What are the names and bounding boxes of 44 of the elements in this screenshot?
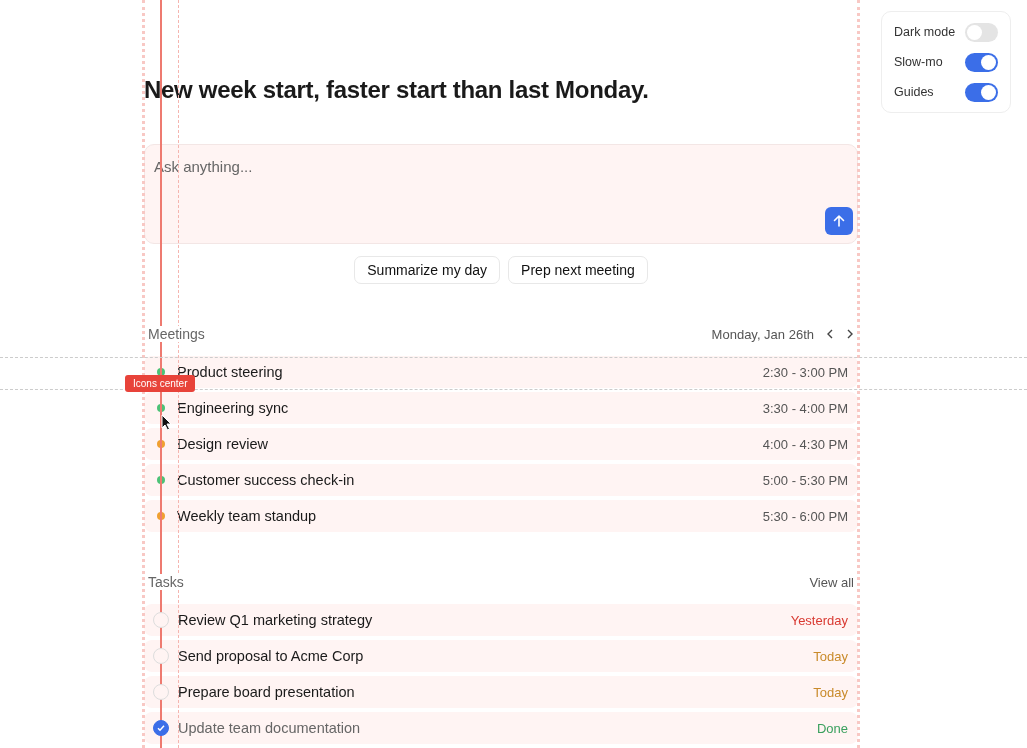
task-row[interactable]: Prepare board presentation Today bbox=[144, 676, 858, 708]
task-row[interactable]: Review Q1 marketing strategy Yesterday bbox=[144, 604, 858, 636]
meeting-time: 2:30 - 3:00 PM bbox=[762, 364, 848, 380]
suggestion-chip[interactable]: Summarize my day bbox=[354, 256, 501, 284]
meeting-row[interactable]: Weekly team standup 5:30 - 6:00 PM bbox=[144, 500, 858, 532]
meeting-row[interactable]: Design review 4:00 - 4:30 PM bbox=[144, 428, 858, 460]
chevron-left-icon[interactable] bbox=[826, 329, 834, 339]
toggle-switch[interactable] bbox=[965, 22, 998, 42]
view-all-link[interactable]: View all bbox=[809, 574, 854, 590]
cursor-icon bbox=[161, 414, 172, 431]
meeting-time: 3:30 - 4:00 PM bbox=[762, 400, 848, 416]
task-row[interactable]: Update team documentation Done bbox=[144, 712, 858, 744]
section-title: Meetings bbox=[148, 326, 205, 342]
meeting-time: 5:30 - 6:00 PM bbox=[762, 508, 848, 524]
arrow-up-icon bbox=[832, 214, 846, 228]
setting-label: Guides bbox=[894, 85, 934, 99]
meeting-name: Customer success check-in bbox=[177, 472, 356, 488]
date-label: Monday, Jan 26th bbox=[711, 326, 814, 342]
meeting-time: 4:00 - 4:30 PM bbox=[762, 436, 848, 452]
toggle-switch[interactable] bbox=[965, 52, 998, 72]
task-due: Done bbox=[816, 720, 848, 736]
meeting-row[interactable]: Customer success check-in 5:00 - 5:30 PM bbox=[144, 464, 858, 496]
meeting-time: 5:00 - 5:30 PM bbox=[762, 472, 848, 488]
suggestion-chip[interactable]: Prep next meeting bbox=[508, 256, 648, 284]
chevron-right-icon[interactable] bbox=[846, 329, 854, 339]
meeting-name: Engineering sync bbox=[177, 400, 290, 416]
send-button[interactable] bbox=[825, 207, 853, 235]
task-name: Update team documentation bbox=[178, 720, 362, 736]
check-icon bbox=[156, 723, 166, 733]
meeting-name: Design review bbox=[177, 436, 270, 452]
task-due: Yesterday bbox=[790, 612, 848, 628]
task-checkbox[interactable] bbox=[153, 720, 169, 736]
toggle-switch[interactable] bbox=[965, 82, 998, 102]
task-due: Today bbox=[813, 684, 848, 700]
meeting-row[interactable]: Engineering sync 3:30 - 4:00 PM bbox=[144, 392, 858, 424]
task-name: Review Q1 marketing strategy bbox=[178, 612, 374, 628]
setting-label: Slow-mo bbox=[894, 55, 943, 69]
task-row[interactable]: Send proposal to Acme Corp Today bbox=[144, 640, 858, 672]
task-name: Send proposal to Acme Corp bbox=[178, 648, 365, 664]
setting-label: Dark mode bbox=[894, 25, 956, 39]
task-due: Today bbox=[813, 648, 848, 664]
meeting-name: Weekly team standup bbox=[177, 508, 318, 524]
section-title: Tasks bbox=[148, 574, 184, 590]
task-name: Prepare board presentation bbox=[178, 684, 356, 700]
